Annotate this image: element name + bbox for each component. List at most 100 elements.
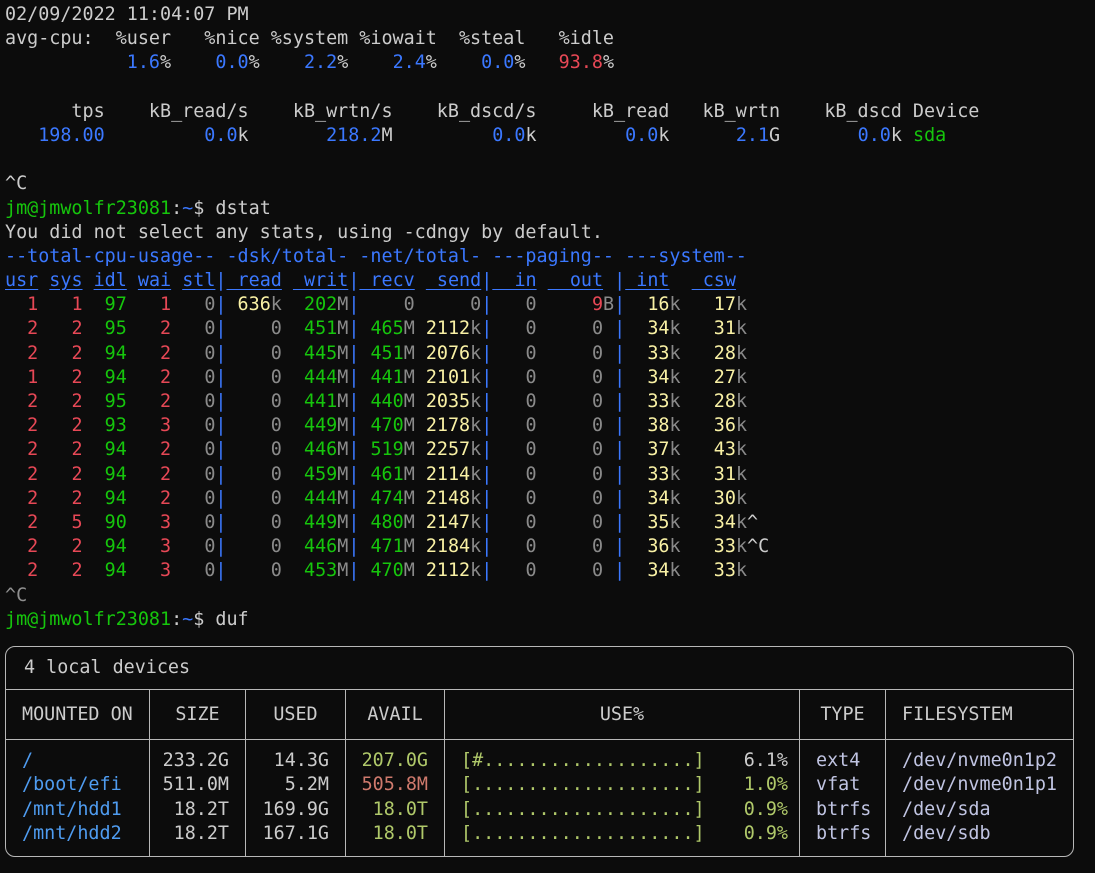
duf-cell-used: 14.3G [246,749,345,773]
terminal-text-segment: 0 [548,536,603,557]
terminal-text-segment: 2 [49,560,82,581]
duf-cell-used: 167.1G [246,822,345,846]
terminal-text-segment [415,318,426,339]
duf-header-used: USED [245,690,345,739]
terminal-text-segment: k [525,125,536,146]
terminal-text-segment [282,415,293,436]
terminal-text-segment: 2 [49,488,82,509]
terminal-text-segment: 2112 [426,560,470,581]
terminal-text-segment [282,270,293,291]
duf-cell-used-column: 14.3G5.2M169.9G167.1G [245,740,345,857]
terminal-text-segment: wai [138,270,171,291]
terminal-text-segment [127,367,138,388]
terminal-text-segment: M [404,415,415,436]
terminal-text-segment [127,464,138,485]
terminal-text-segment: $ [193,609,215,630]
terminal-text-segment: 445 [293,343,337,364]
terminal-text-segment [83,536,94,557]
terminal-text-segment: 2.4 [348,52,426,73]
terminal-text-segment: 446 [293,439,337,460]
terminal-text-segment [38,439,49,460]
terminal-text-segment: 2 [138,488,171,509]
terminal-text-segment [537,512,548,533]
duf-cell-avail-text: 18.0T [373,799,428,820]
terminal-text-segment [537,343,548,364]
terminal-text-segment: 202 [293,294,337,315]
terminal-text-segment: 461 [359,464,403,485]
terminal-text-segment: 0 [548,318,603,339]
terminal-text-segment: M [404,536,415,557]
duf-cell-use-percent-text: [#...................] [461,749,705,773]
terminal-text-segment: k [736,343,747,364]
terminal-text-segment [83,294,94,315]
terminal-text-segment: 2035 [426,391,470,412]
terminal-text-segment [415,464,426,485]
terminal-text-segment: 2 [5,391,38,412]
duf-cell-mounted-on-text: /mnt/hdd2 [22,823,122,844]
terminal-text-segment: 0.0 [105,125,238,146]
terminal-text-segment: ~ [182,609,193,630]
terminal-text-segment [537,439,548,460]
terminal-text-segment: 444 [293,367,337,388]
terminal-text-segment [83,318,94,339]
terminal-text-segment: 34 [625,367,669,388]
terminal-text-segment [171,270,182,291]
terminal-text-segment: 94 [94,536,127,557]
terminal-text-segment: 0 [182,318,215,339]
terminal-text-segment: 1 [5,367,38,388]
terminal-text-segment: 0 [226,512,281,533]
terminal-text-segment [603,270,614,291]
terminal-text-segment [681,415,692,436]
terminal-text-segment: M [337,367,348,388]
duf-cell-size-text: 18.2T [174,799,229,820]
terminal-text-segment: 1 [49,294,82,315]
terminal-text-segment [282,343,293,364]
terminal-text-segment: M [404,391,415,412]
duf-cell-type: vfat [816,773,885,797]
duf-cell-size-text: 233.2G [163,750,229,771]
terminal-text-segment: k [736,560,747,581]
terminal-text-segment [603,512,614,533]
terminal-text-segment: M [381,125,392,146]
terminal-line: --total-cpu-usage-- -dsk/total- -net/tot… [5,245,1095,269]
terminal-text-segment: 0 [226,488,281,509]
terminal-text-segment: 93.8 [525,52,603,73]
terminal-text-segment: 2 [138,318,171,339]
terminal-text-segment [127,294,138,315]
terminal-text-segment: | [614,343,625,364]
terminal-text-segment: % [514,52,525,73]
terminal-text-segment [537,536,548,557]
terminal-text-segment [415,415,426,436]
terminal-text-segment [681,294,692,315]
terminal-line: 2 5 90 3 0| 0 449M| 480M 2147k| 0 0 | 35… [5,511,1095,535]
terminal-text-segment: 636 [226,294,270,315]
terminal-screen[interactable]: 02/09/2022 11:04:07 PMavg-cpu: %user %ni… [0,0,1095,873]
duf-cell-filesystem: /dev/nvme0n1p1 [902,773,1073,797]
terminal-line: 02/09/2022 11:04:07 PM [5,3,1095,27]
terminal-text-segment [603,367,614,388]
duf-cell-size-column: 233.2G511.0M18.2T18.2T [149,740,245,857]
terminal-text-segment [681,536,692,557]
terminal-text-segment: 0 [226,439,281,460]
terminal-text-segment: 0 [426,294,481,315]
terminal-line: 2 2 94 2 0| 0 445M| 451M 2076k| 0 0 | 33… [5,342,1095,366]
terminal-text-segment [603,415,614,436]
duf-cell-size: 511.0M [150,773,245,797]
terminal-text-segment: 94 [94,488,127,509]
terminal-text-segment [681,512,692,533]
terminal-text-segment: 0 [548,512,603,533]
terminal-text-segment: 2 [49,318,82,339]
terminal-text-segment: ~ [182,198,193,219]
terminal-text-segment [83,464,94,485]
duf-cell-filesystem: /dev/sda [902,798,1073,822]
terminal-text-segment: 0 [182,343,215,364]
terminal-text-segment [282,560,293,581]
terminal-text-segment [38,512,49,533]
terminal-text-segment: M [337,391,348,412]
terminal-text-segment [127,415,138,436]
terminal-text-segment: 0.0 [780,125,891,146]
terminal-text-segment: stl [182,270,215,291]
terminal-text-segment: 0 [182,294,215,315]
terminal-text-segment [282,318,293,339]
duf-cell-mounted-on-text: / [22,750,33,771]
